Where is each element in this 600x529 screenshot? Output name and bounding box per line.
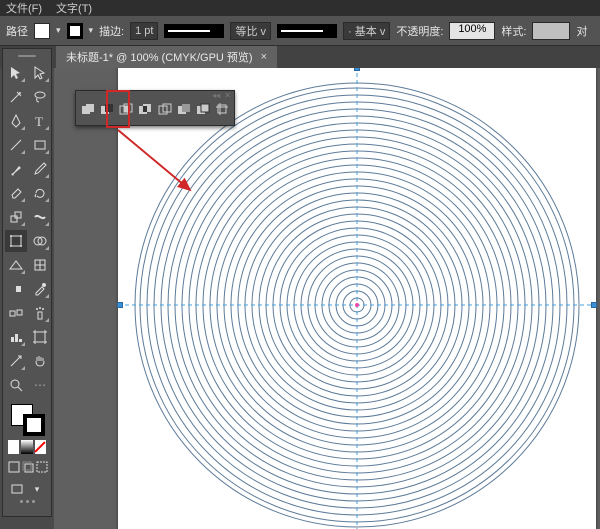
artboard[interactable] xyxy=(118,68,596,529)
pathfinder-minus-front[interactable] xyxy=(99,101,114,117)
blend-tool[interactable] xyxy=(5,302,27,324)
menu-item[interactable]: 文字(T) xyxy=(56,0,92,16)
style-dropdown[interactable] xyxy=(532,22,570,40)
pathfinder-intersect[interactable] xyxy=(119,101,134,117)
tools-panel: T ⋯ ▾ xyxy=(2,48,52,517)
close-icon[interactable]: × xyxy=(261,51,267,63)
align-label: 对 xyxy=(576,23,587,39)
gradient-tool[interactable] xyxy=(5,278,27,300)
anchor-point[interactable] xyxy=(354,68,360,71)
eyedropper-tool[interactable] xyxy=(29,278,51,300)
basic-dropdown[interactable]: · 基本 v xyxy=(343,22,390,40)
stroke-color[interactable] xyxy=(23,414,45,436)
zoom-tool[interactable] xyxy=(5,374,27,396)
anchor-point[interactable] xyxy=(117,302,123,308)
svg-text:T: T xyxy=(35,114,43,129)
path-label: 路径 xyxy=(6,23,28,39)
pencil-tool[interactable] xyxy=(29,158,51,180)
stroke-label: 描边: xyxy=(99,23,124,39)
opacity-field[interactable]: 100% xyxy=(449,22,495,40)
change-screen[interactable]: ▾ xyxy=(28,480,46,498)
lasso-tool[interactable] xyxy=(29,86,51,108)
none-mode[interactable] xyxy=(35,440,46,454)
draw-behind[interactable] xyxy=(22,458,34,476)
center-point-icon xyxy=(353,301,361,309)
fill-stroke-control[interactable] xyxy=(5,400,49,438)
control-bar: 路径 ▾ ▾ 描边: 1 pt 等比 v · 基本 v 不透明度: 100% 样… xyxy=(0,16,600,46)
document-title: 未标题-1* @ 100% (CMYK/GPU 预览) xyxy=(66,49,253,65)
document-tab[interactable]: 未标题-1* @ 100% (CMYK/GPU 预览) × xyxy=(56,46,277,68)
opacity-label: 不透明度: xyxy=(396,23,443,39)
pathfinder-trim[interactable] xyxy=(176,101,191,117)
pen-tool[interactable] xyxy=(5,110,27,132)
panel-close-icon[interactable]: ✕ xyxy=(224,91,231,100)
width-tool[interactable] xyxy=(29,206,51,228)
symbol-sprayer-tool[interactable] xyxy=(29,302,51,324)
rectangle-tool[interactable] xyxy=(29,134,51,156)
mesh-tool[interactable] xyxy=(29,254,51,276)
fill-swatch[interactable] xyxy=(34,23,50,39)
edit-toolbar[interactable]: ⋯ xyxy=(29,374,51,396)
pathfinder-unite[interactable] xyxy=(80,101,95,117)
eraser-tool[interactable] xyxy=(5,182,27,204)
shape-builder-tool[interactable] xyxy=(29,230,51,252)
paintbrush-tool[interactable] xyxy=(5,158,27,180)
rotate-tool[interactable] xyxy=(29,182,51,204)
magic-wand-tool[interactable] xyxy=(5,86,27,108)
line-tool[interactable] xyxy=(5,134,27,156)
gradient-mode[interactable] xyxy=(21,440,32,454)
perspective-grid-tool[interactable] xyxy=(5,254,27,276)
direct-selection-tool[interactable] xyxy=(29,62,51,84)
draw-normal[interactable] xyxy=(8,458,20,476)
panel-grip[interactable] xyxy=(5,52,49,60)
draw-inside[interactable] xyxy=(36,458,48,476)
style-label: 样式: xyxy=(501,23,526,39)
menu-item[interactable]: 文件(F) xyxy=(6,0,42,16)
artwork-concentric-circles[interactable] xyxy=(118,68,596,529)
anchor-point[interactable] xyxy=(591,302,597,308)
menu-bar: 文件(F) 文字(T) xyxy=(0,0,600,16)
stroke-weight-field[interactable]: 1 pt xyxy=(130,22,158,40)
color-mode[interactable] xyxy=(8,440,19,454)
screen-mode-button[interactable] xyxy=(8,480,26,498)
chevron-down-icon[interactable]: ▾ xyxy=(89,25,94,36)
stroke-profile-dropdown[interactable] xyxy=(164,24,224,38)
canvas-area[interactable] xyxy=(54,68,600,529)
scale-tool[interactable] xyxy=(5,206,27,228)
artboard-tool[interactable] xyxy=(29,326,51,348)
uniform-dropdown[interactable]: 等比 v xyxy=(230,22,271,40)
pathfinder-panel[interactable]: ◂◂ ✕ xyxy=(75,90,235,126)
chevron-down-icon[interactable]: ▾ xyxy=(56,25,61,36)
panel-collapse-icon[interactable]: ◂◂ xyxy=(212,91,220,100)
brush-definition-dropdown[interactable] xyxy=(277,24,337,38)
type-tool[interactable]: T xyxy=(29,110,51,132)
hand-tool[interactable] xyxy=(29,350,51,372)
pathfinder-merge[interactable] xyxy=(196,101,211,117)
selection-tool[interactable] xyxy=(5,62,27,84)
pathfinder-divide[interactable] xyxy=(157,101,172,117)
pathfinder-exclude[interactable] xyxy=(138,101,153,117)
column-graph-tool[interactable] xyxy=(5,326,27,348)
pathfinder-crop[interactable] xyxy=(215,101,230,117)
panel-resize-icon xyxy=(5,500,49,510)
document-tabstrip: 未标题-1* @ 100% (CMYK/GPU 预览) × xyxy=(0,46,600,68)
free-transform-tool[interactable] xyxy=(5,230,27,252)
slice-tool[interactable] xyxy=(5,350,27,372)
stroke-swatch[interactable] xyxy=(67,23,83,39)
